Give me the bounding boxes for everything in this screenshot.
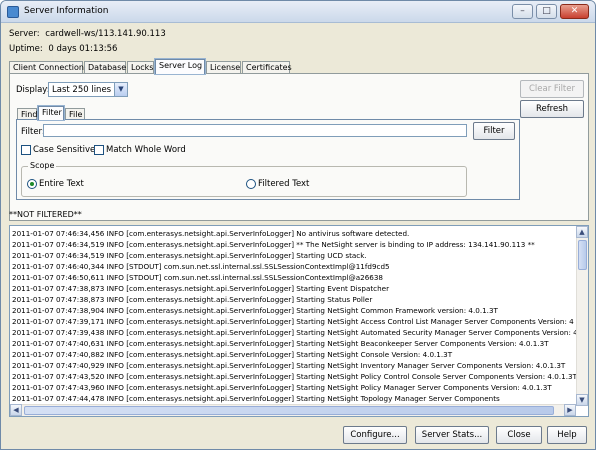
log-line: 2011-01-07 07:46:34,456 INFO [com.entera…: [12, 229, 410, 238]
configure-button[interactable]: Configure...: [343, 426, 407, 444]
log-line: 2011-01-07 07:47:43,520 INFO [com.entera…: [12, 372, 576, 381]
entire-text-label: Entire Text: [39, 179, 84, 189]
filter-label: Filter:: [21, 127, 45, 137]
filtered-text-label: Filtered Text: [258, 179, 310, 189]
maximize-button[interactable]: □: [536, 4, 557, 19]
display-label: Display:: [16, 85, 50, 95]
filtered-text-radio[interactable]: [246, 179, 256, 189]
case-sensitive-checkbox[interactable]: [21, 145, 31, 155]
server-stats-button[interactable]: Server Stats...: [415, 426, 489, 444]
refresh-button[interactable]: Refresh: [520, 100, 584, 118]
scope-group: Scope Entire Text Filtered Text: [21, 161, 467, 197]
server-log-view[interactable]: 2011-01-07 07:46:34,456 INFO [com.entera…: [9, 225, 589, 417]
match-whole-word-label: Match Whole Word: [106, 145, 186, 155]
filter-status: **NOT FILTERED**: [9, 210, 82, 219]
chevron-down-icon[interactable]: ▼: [114, 83, 127, 96]
server-row: Server: cardwell-ws/113.141.90.113: [9, 29, 166, 39]
vertical-scrollbar[interactable]: ▲ ▼: [576, 226, 588, 406]
log-lines: 2011-01-07 07:46:34,456 INFO [com.entera…: [12, 228, 576, 404]
scroll-right-button[interactable]: ▶: [564, 404, 576, 416]
scope-legend: Scope: [28, 161, 57, 170]
log-line: 2011-01-07 07:46:34,519 INFO [com.entera…: [12, 240, 535, 249]
dialog-footer: Configure... Server Stats... Close Help: [1, 421, 595, 449]
log-line: 2011-01-07 07:47:43,960 INFO [com.entera…: [12, 383, 552, 392]
uptime-row: Uptime: 0 days 01:13:56: [9, 44, 117, 54]
scroll-down-button[interactable]: ▼: [576, 394, 588, 406]
log-line: 2011-01-07 07:47:38,873 INFO [com.entera…: [12, 284, 390, 293]
minimize-button[interactable]: –: [512, 4, 533, 19]
window-title: Server Information: [24, 6, 109, 16]
entire-text-radio[interactable]: [27, 179, 37, 189]
log-line: 2011-01-07 07:46:40,344 INFO [STDOUT] co…: [12, 262, 390, 271]
display-select[interactable]: Last 250 lines ▼: [48, 82, 128, 97]
server-log-panel: Display: Last 250 lines ▼ Clear Filter R…: [9, 73, 589, 221]
filter-button[interactable]: Filter: [473, 122, 515, 140]
scroll-up-button[interactable]: ▲: [576, 226, 588, 238]
filter-input[interactable]: [43, 124, 467, 137]
uptime-label: Uptime:: [9, 44, 43, 54]
server-label: Server:: [9, 29, 40, 39]
log-line: 2011-01-07 07:47:40,882 INFO [com.entera…: [12, 350, 453, 359]
scroll-left-button[interactable]: ◀: [10, 404, 22, 416]
horizontal-scrollbar[interactable]: ◀ ▶: [10, 404, 576, 416]
help-button[interactable]: Help: [547, 426, 587, 444]
tab-server-log[interactable]: Server Log: [154, 58, 206, 75]
log-line: 2011-01-07 07:46:50,611 INFO [STDOUT] co…: [12, 273, 383, 282]
vertical-scroll-thumb[interactable]: [578, 240, 587, 270]
clear-filter-button[interactable]: Clear Filter: [520, 80, 584, 98]
log-line: 2011-01-07 07:47:44,478 INFO [com.entera…: [12, 394, 500, 403]
server-value: cardwell-ws/113.141.90.113: [45, 29, 166, 39]
log-line: 2011-01-07 07:47:39,438 INFO [com.entera…: [12, 328, 576, 337]
display-select-value: Last 250 lines: [52, 85, 112, 95]
log-line: 2011-01-07 07:46:34,519 INFO [com.entera…: [12, 251, 367, 260]
match-whole-word-checkbox[interactable]: [94, 145, 104, 155]
log-line: 2011-01-07 07:47:40,631 INFO [com.entera…: [12, 339, 549, 348]
server-information-window: Server Information – □ ✕ Server: cardwel…: [0, 0, 596, 450]
close-window-button[interactable]: ✕: [560, 4, 589, 19]
filter-subpanel: Filter: Filter Case Sensitive Match Whol…: [16, 119, 520, 200]
horizontal-scroll-thumb[interactable]: [24, 406, 554, 415]
uptime-value: 0 days 01:13:56: [48, 44, 118, 54]
case-sensitive-label: Case Sensitive: [33, 145, 96, 155]
log-line: 2011-01-07 07:47:40,929 INFO [com.entera…: [12, 361, 566, 370]
log-line: 2011-01-07 07:47:39,171 INFO [com.entera…: [12, 317, 574, 326]
app-icon: [7, 6, 19, 18]
subtab-filter[interactable]: Filter: [37, 105, 65, 121]
log-line: 2011-01-07 07:47:38,873 INFO [com.entera…: [12, 295, 373, 304]
log-line: 2011-01-07 07:47:38,904 INFO [com.entera…: [12, 306, 498, 315]
close-button[interactable]: Close: [496, 426, 542, 444]
title-bar[interactable]: Server Information – □ ✕: [1, 1, 595, 23]
